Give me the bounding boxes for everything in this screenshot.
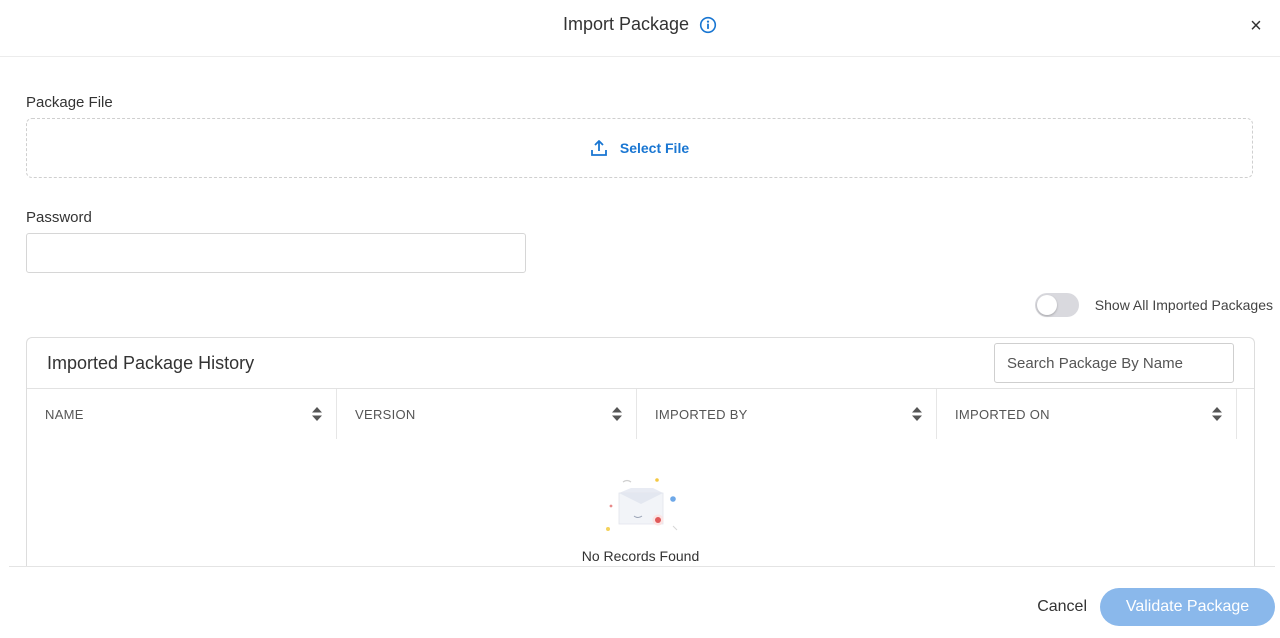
column-header-imported-on[interactable]: IMPORTED ON [937, 389, 1237, 439]
column-header-label: IMPORTED BY [655, 406, 748, 422]
column-header-name[interactable]: NAME [27, 389, 337, 439]
select-file-button[interactable]: Select File [620, 140, 689, 156]
imported-package-history-panel: Imported Package History NAME VERSION IM… [26, 337, 1255, 577]
column-header-label: VERSION [355, 406, 416, 422]
password-input[interactable] [26, 233, 526, 273]
info-icon[interactable] [699, 16, 717, 34]
show-all-toggle-group: Show All Imported Packages [1034, 293, 1273, 317]
empty-box-icon [605, 478, 677, 531]
dialog-title: Import Package [562, 14, 690, 34]
dialog-header: Import Package × [0, 0, 1280, 57]
sort-icon [612, 407, 622, 421]
column-header-imported-by[interactable]: IMPORTED BY [637, 389, 937, 439]
password-label: Password [26, 209, 92, 226]
sort-icon [1212, 407, 1222, 421]
validate-package-button[interactable]: Validate Package [1100, 588, 1275, 626]
show-all-toggle[interactable] [1034, 293, 1079, 317]
package-file-label: Package File [26, 94, 113, 111]
header-title-group: Import Package [0, 14, 1280, 35]
upload-icon [590, 139, 608, 157]
show-all-toggle-label: Show All Imported Packages [1094, 297, 1273, 313]
search-package-input[interactable] [994, 343, 1234, 383]
column-header-label: NAME [45, 406, 84, 422]
column-header-label: IMPORTED ON [955, 406, 1050, 422]
dialog-footer: Cancel Validate Package [9, 566, 1275, 638]
empty-state: No Records Found [27, 476, 1254, 564]
history-title: Imported Package History [47, 353, 255, 373]
toggle-knob [1036, 295, 1057, 315]
file-dropzone[interactable]: Select File [26, 118, 1253, 178]
sort-icon [312, 407, 322, 421]
column-header-version[interactable]: VERSION [337, 389, 637, 439]
sort-icon [912, 407, 922, 421]
empty-state-text: No Records Found [581, 548, 700, 564]
cancel-button[interactable]: Cancel [1037, 598, 1087, 616]
table-header: NAME VERSION IMPORTED BY IMPORTED ON [27, 388, 1254, 439]
close-icon[interactable]: × [1246, 15, 1266, 37]
